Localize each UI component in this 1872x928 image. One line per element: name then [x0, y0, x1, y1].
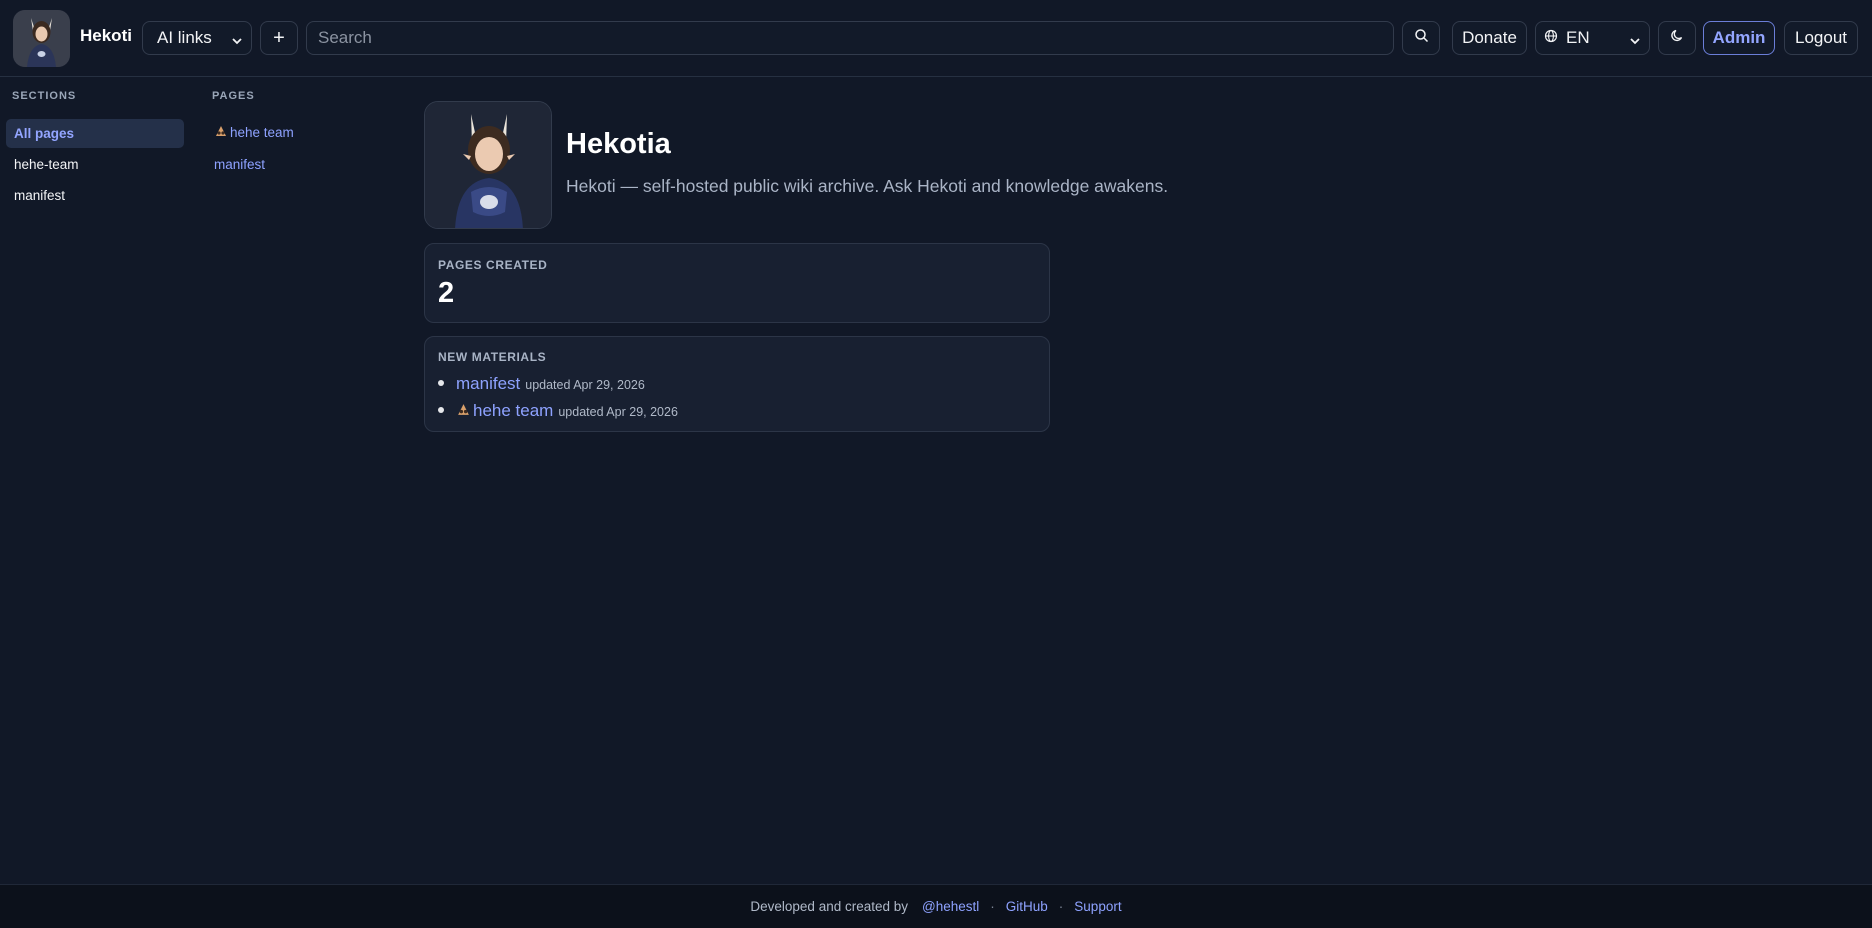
- sections-heading: SECTIONS: [12, 90, 77, 102]
- new-materials-label: NEW MATERIALS: [438, 350, 547, 364]
- section-item-manifest[interactable]: manifest: [6, 181, 184, 210]
- chevron-down-icon: [231, 32, 243, 52]
- pages-created-card: PAGES CREATED 2: [424, 243, 1050, 323]
- list-item: manifest updated Apr 29, 2026: [438, 374, 645, 394]
- top-navbar: Hekoti AI links + Search Donate EN Admin…: [0, 0, 1872, 77]
- search-icon: [1414, 28, 1429, 48]
- section-item-label: All pages: [14, 126, 75, 141]
- language-select[interactable]: EN: [1535, 21, 1650, 55]
- github-link[interactable]: GitHub: [1006, 899, 1048, 914]
- footer: Developed and created by @hehestl · GitH…: [0, 884, 1872, 928]
- section-item-label: manifest: [14, 188, 66, 203]
- pages-created-label: PAGES CREATED: [438, 258, 548, 272]
- hero-avatar: [424, 101, 552, 229]
- list-item: hehe team updated Apr 29, 2026: [438, 401, 678, 421]
- pages-heading: PAGES: [212, 90, 255, 102]
- plus-icon: +: [273, 26, 285, 49]
- separator: ·: [1058, 899, 1064, 914]
- page-link-label: hehe team: [230, 125, 294, 140]
- logo-avatar[interactable]: [13, 10, 70, 67]
- theme-toggle-button[interactable]: [1658, 21, 1696, 55]
- search-input[interactable]: Search: [306, 21, 1394, 55]
- page-link-manifest[interactable]: manifest: [214, 157, 265, 172]
- separator: ·: [990, 899, 995, 914]
- search-button[interactable]: [1402, 21, 1440, 55]
- section-item-all-pages[interactable]: All pages: [6, 119, 184, 148]
- pages-created-value: 2: [438, 277, 455, 309]
- material-updated: updated Apr 29, 2026: [558, 405, 678, 419]
- team-icon: [214, 125, 228, 140]
- page-link-hehe-team[interactable]: hehe team: [214, 125, 294, 140]
- donate-label: Donate: [1462, 28, 1517, 47]
- logout-button[interactable]: Logout: [1784, 21, 1858, 55]
- section-item-hehe-team[interactable]: hehe-team: [6, 150, 184, 179]
- globe-icon: [1544, 28, 1558, 48]
- donate-button[interactable]: Donate: [1452, 21, 1527, 55]
- material-link-manifest[interactable]: manifest: [456, 374, 520, 394]
- ai-links-select-value: AI links: [157, 28, 212, 47]
- material-link-hehe-team[interactable]: hehe team: [456, 401, 553, 421]
- page-title: Hekotia: [566, 128, 671, 160]
- support-link[interactable]: Support: [1074, 899, 1121, 914]
- page-description: Hekoti — self-hosted public wiki archive…: [566, 176, 1169, 196]
- section-item-label: hehe-team: [14, 157, 79, 172]
- add-button[interactable]: +: [260, 21, 298, 55]
- material-updated: updated Apr 29, 2026: [525, 378, 645, 392]
- search-placeholder: Search: [318, 28, 372, 47]
- material-link-label: hehe team: [473, 401, 554, 420]
- logout-label: Logout: [1795, 28, 1847, 47]
- admin-label: Admin: [1712, 28, 1766, 47]
- bullet: [438, 380, 444, 386]
- brand-name[interactable]: Hekoti: [80, 26, 132, 46]
- team-icon: [456, 401, 471, 421]
- ai-links-select[interactable]: AI links: [142, 21, 252, 55]
- author-link[interactable]: @hehestl: [922, 899, 979, 914]
- admin-button[interactable]: Admin: [1703, 21, 1775, 55]
- language-value: EN: [1566, 28, 1590, 47]
- footer-credit-text: Developed and created by: [750, 899, 909, 914]
- new-materials-card: NEW MATERIALS manifest updated Apr 29, 2…: [424, 336, 1050, 432]
- chevron-down-icon: [1629, 32, 1641, 52]
- page-link-label: manifest: [214, 157, 266, 172]
- moon-icon: [1670, 28, 1685, 48]
- bullet: [438, 407, 444, 413]
